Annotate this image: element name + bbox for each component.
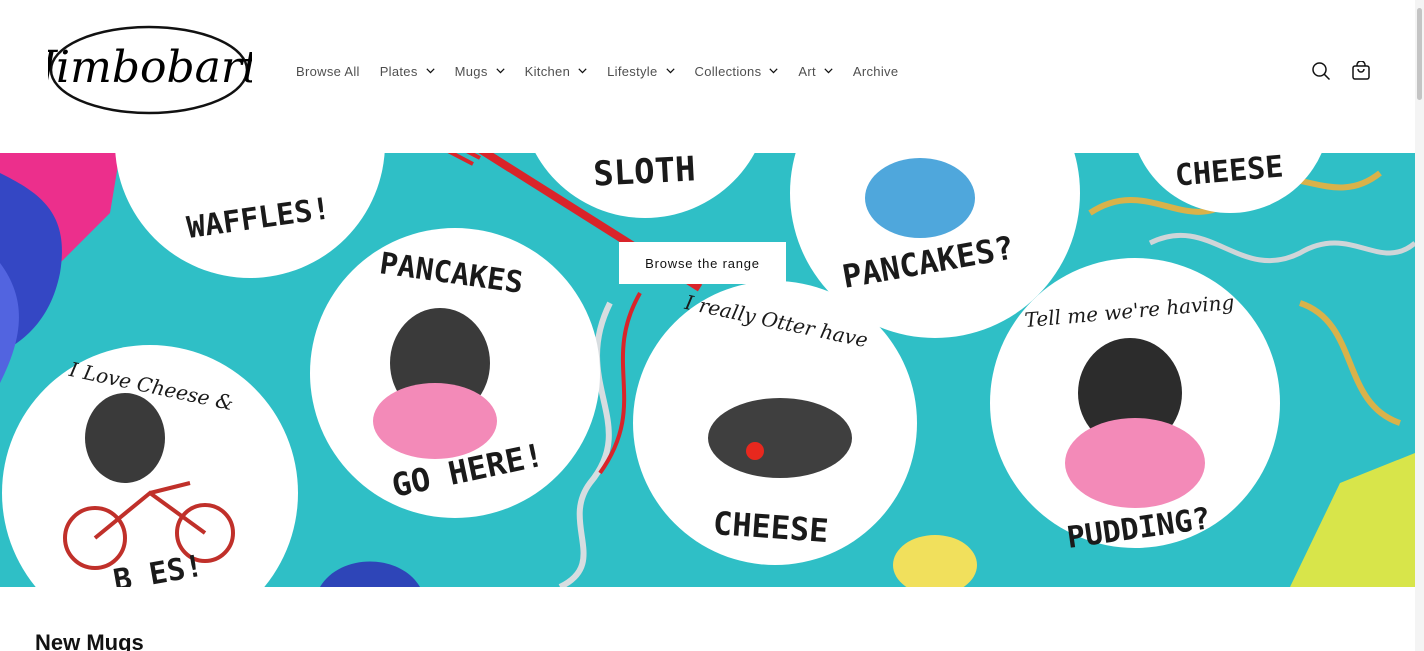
svg-text:CHEESE: CHEESE: [712, 504, 830, 550]
chevron-down-icon: [665, 68, 675, 74]
nav-label: Lifestyle: [607, 63, 658, 79]
nav-label: Mugs: [454, 63, 488, 79]
hero-banner: WAFFLES! SLOTH PANCAKES? CHEESE PANCAKES…: [0, 153, 1415, 587]
nav-label: Kitchen: [524, 63, 571, 79]
nav-kitchen[interactable]: Kitchen: [515, 58, 597, 84]
search-icon: [1312, 62, 1331, 81]
brand-logo[interactable]: Jimbobart: [48, 24, 252, 118]
nav-label: Archive: [852, 63, 899, 79]
logo-text: Jimbobart: [48, 42, 252, 93]
search-button[interactable]: [1308, 58, 1334, 84]
nav-label: Plates: [379, 63, 418, 79]
scrollbar-thumb[interactable]: [1417, 8, 1422, 100]
site-header: Jimbobart Browse All Plates Mugs Kitchen…: [0, 0, 1415, 153]
chevron-down-icon: [426, 68, 435, 74]
nav-collections[interactable]: Collections: [685, 58, 789, 84]
plate-otter-cheese: I really Otter have CHEESE: [633, 281, 917, 565]
section-title: New Mugs: [35, 630, 144, 651]
chevron-down-icon: [578, 68, 587, 74]
main-nav: Browse All Plates Mugs Kitchen Lifestyle…: [286, 58, 908, 84]
nav-label: Collections: [694, 63, 762, 79]
page-scrollbar[interactable]: [1415, 0, 1424, 651]
nav-label: Art: [798, 63, 816, 79]
chevron-down-icon: [824, 68, 833, 74]
nav-lifestyle[interactable]: Lifestyle: [597, 58, 684, 84]
hero-image: WAFFLES! SLOTH PANCAKES? CHEESE PANCAKES…: [0, 153, 1415, 587]
nav-archive[interactable]: Archive: [843, 58, 908, 84]
svg-text:SLOTH: SLOTH: [592, 153, 696, 195]
nav-label: Browse All: [296, 63, 360, 79]
nav-mugs[interactable]: Mugs: [445, 58, 515, 84]
chevron-down-icon: [496, 68, 505, 74]
logo-image: Jimbobart: [48, 25, 252, 115]
nav-plates[interactable]: Plates: [370, 58, 445, 84]
chevron-down-icon: [769, 68, 779, 74]
plate-pancakes-otter: PANCAKES GO HERE!: [310, 228, 600, 518]
cart-button[interactable]: [1348, 58, 1374, 84]
nav-browse-all[interactable]: Browse All: [286, 58, 370, 84]
nav-art[interactable]: Art: [788, 58, 843, 84]
browse-range-button[interactable]: Browse the range: [619, 242, 786, 284]
cart-icon: [1352, 61, 1370, 80]
